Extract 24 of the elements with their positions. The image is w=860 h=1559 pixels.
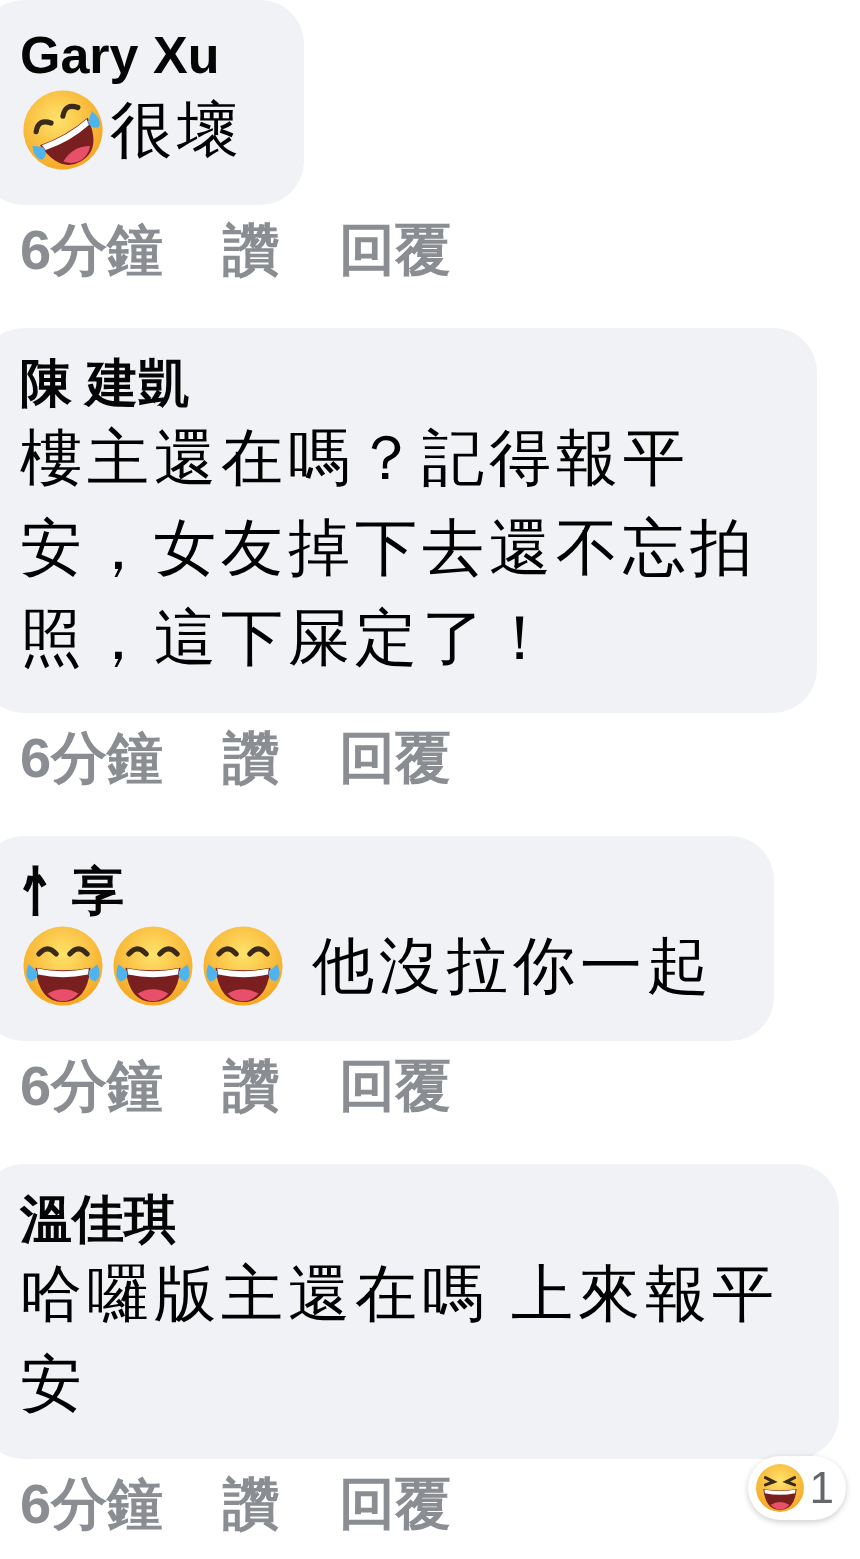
author-name[interactable]: Gary Xu — [20, 25, 220, 85]
reply-button[interactable]: 回覆 — [339, 1462, 452, 1546]
like-button[interactable]: 讚 — [223, 716, 280, 800]
like-button[interactable]: 讚 — [223, 1044, 280, 1128]
like-button[interactable]: 讚 — [223, 208, 280, 292]
comment-time[interactable]: 6分鐘 — [20, 716, 164, 800]
like-button[interactable]: 讚 — [223, 1462, 280, 1546]
comment-time[interactable]: 6分鐘 — [20, 1044, 164, 1128]
reply-button[interactable]: 回覆 — [339, 716, 452, 800]
reply-button[interactable]: 回覆 — [339, 208, 452, 292]
reaction-count: 1 — [809, 1462, 834, 1514]
reaction-badge[interactable]: 1 — [747, 1456, 846, 1520]
comment-text: 很壞 — [110, 94, 244, 166]
comment-text: 樓主還在嗎？記得報平 安，女友掉下去還不忘拍 照，這下屎定了！ — [20, 422, 757, 674]
author-name[interactable]: 陳 建凱 — [20, 353, 191, 413]
author-name[interactable]: 忄享 — [20, 861, 124, 921]
comment-text: 他沒拉你一起 — [311, 930, 715, 1002]
comment-text: 哈囉版主還在嗎 上來報平 安 — [20, 1258, 780, 1420]
comment-time[interactable]: 6分鐘 — [20, 1462, 164, 1546]
laughing-face-icon — [753, 1462, 806, 1514]
author-name[interactable]: 溫佳琪 — [20, 1189, 176, 1249]
rolling-laughing-face-icon — [20, 87, 106, 173]
reply-button[interactable]: 回覆 — [339, 1044, 452, 1128]
comment-time[interactable]: 6分鐘 — [20, 208, 164, 292]
